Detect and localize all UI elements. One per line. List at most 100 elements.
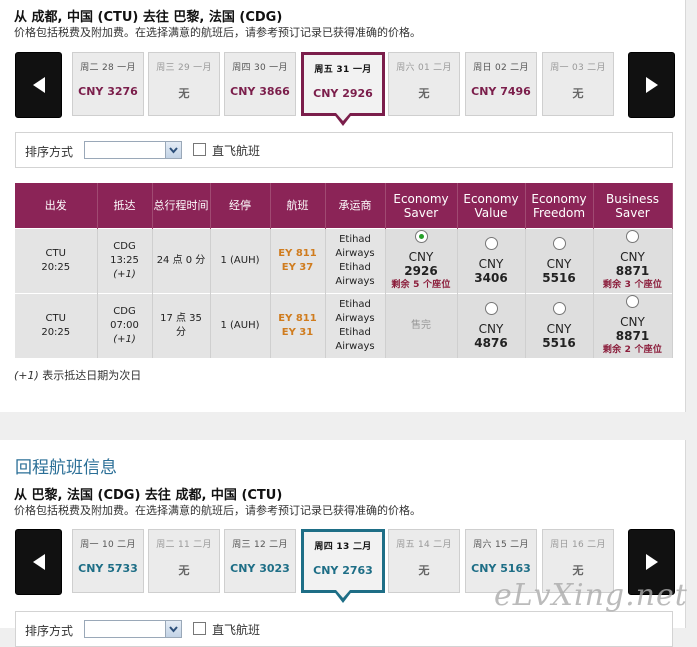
fare-cell[interactable]: CNY 3406 [457,228,526,294]
fare-cell[interactable]: CNY 8871 剩余 2 个座位 [593,293,673,358]
fare-cell: 售完 [385,293,458,358]
date-price: CNY 3276 [78,85,138,98]
seats-left-warning: 剩余 3 个座位 [602,280,663,290]
return-prev-dates-button[interactable] [15,529,62,595]
date-option[interactable]: 周一 03 二月无 [542,52,614,116]
arrival-time: 07:00 [110,320,139,331]
date-option[interactable]: 周日 02 二月 CNY 7496 [465,52,537,116]
column-header: 总行程时间 [152,183,211,229]
arrow-left-icon [32,554,45,570]
return-sort-bar: 排序方式 直飞航班 [15,611,673,647]
departure-cell: CTU 20:25 [15,293,98,358]
date-price: CNY 3866 [230,85,290,98]
fare-currency: CNY [478,322,504,336]
duration-cell: 24 点 0 分 [152,228,211,294]
date-price: 无 [178,87,190,100]
column-header: Economy Saver [385,183,458,229]
fare-radio[interactable] [626,230,639,243]
departure-airport: CTU [45,313,66,324]
fare-cell[interactable]: CNY 4876 [457,293,526,358]
outbound-next-dates-button[interactable] [628,52,675,118]
carrier-line: Airways [335,248,375,259]
sort-select[interactable] [84,141,182,159]
fare-radio[interactable] [484,302,498,315]
date-option[interactable]: 周一 10 二月 CNY 5733 [72,529,144,593]
flight-number-link[interactable]: EY 31 [271,326,325,340]
return-section-title: 回程航班信息 [15,458,117,478]
carrier-line: Etihad [339,299,371,310]
date-label: 周三 12 二月 [232,540,288,550]
fare-radio[interactable] [414,230,428,243]
flight-number-link[interactable]: EY 811 [271,247,325,261]
fare-cell[interactable]: CNY 8871 剩余 3 个座位 [593,228,673,294]
departure-airport: CTU [45,248,66,259]
column-header: Economy Freedom [525,183,594,229]
date-label: 周日 16 二月 [550,540,606,550]
outbound-price-note: 价格包括税费及附加费。在选择满意的航班后，请参考预订记录已获得准确的价格。 [14,26,421,39]
date-label: 周四 13 二月 [314,542,372,552]
date-option[interactable]: 周五 31 一月 CNY 2926 [301,52,385,126]
fare-radio[interactable] [626,295,639,308]
chevron-down-icon[interactable] [165,142,181,158]
fare-currency: CNY [546,257,572,271]
date-price: CNY 7496 [471,85,531,98]
fare-currency: CNY [408,250,434,264]
duration-cell: 17 点 35 分 [152,293,211,358]
date-option[interactable]: 周四 30 一月 CNY 3866 [224,52,296,116]
date-option[interactable]: 周五 14 二月无 [388,529,460,593]
date-option[interactable]: 周六 01 二月无 [388,52,460,116]
pointer-inner [336,590,350,598]
fare-radio[interactable] [552,302,566,315]
date-option[interactable]: 周三 29 一月无 [148,52,220,116]
next-day-mark: (+1) [113,269,136,280]
fare-cell[interactable]: CNY 2926 剩余 5 个座位 [385,228,458,294]
chevron-down-icon[interactable] [165,621,181,637]
date-price: 无 [572,564,584,577]
selected-pointer [333,590,353,603]
column-header: 航班 [270,183,326,229]
direct-flight-checkbox[interactable] [193,622,206,635]
next-day-mark: (+1) [113,334,136,345]
return-route-title: 从 巴黎, 法国 (CDG) 去往 成都, 中国 (CTU) [14,488,283,503]
stops-cell: 1 (AUH) [210,228,271,294]
fare-radio[interactable] [552,237,566,250]
date-price: CNY 5163 [471,562,531,575]
direct-flight-checkbox[interactable] [193,143,206,156]
fare-currency: CNY [546,322,572,336]
flight-number-link[interactable]: EY 37 [271,261,325,275]
flight-number-link[interactable]: EY 811 [271,312,325,326]
next-day-footnote: (+1) 表示抵达日期为次日 [14,367,141,383]
table-row: CTU 20:25 CDG 13:25 (+1) 24 点 0 分1 (AUH) EY 81… [15,228,673,294]
stops-cell: 1 (AUH) [210,293,271,358]
arrival-time: 13:25 [110,255,139,266]
arrow-right-icon [645,77,658,93]
date-option[interactable]: 周三 12 二月 CNY 3023 [224,529,296,593]
fare-cell[interactable]: CNY 5516 [525,293,594,358]
sort-select[interactable] [84,620,182,638]
outbound-prev-dates-button[interactable] [15,52,62,118]
date-price: 无 [178,564,190,577]
return-price-note: 价格包括税费及附加费。在选择满意的航班后，请参考预订记录已获得准确的价格。 [14,504,421,517]
date-label: 周二 28 一月 [80,63,136,73]
carrier-line: Etihad [339,234,371,245]
date-option[interactable]: 周四 13 二月 CNY 2763 [301,529,385,603]
arrival-airport: CDG [113,241,136,252]
column-header: Economy Value [457,183,526,229]
departure-time: 20:25 [41,262,71,273]
fare-radio[interactable] [484,237,498,250]
column-header: 经停 [210,183,271,229]
date-label: 周五 14 二月 [396,540,452,550]
departure-cell: CTU 20:25 [15,228,98,294]
flight-number-cell: EY 811 EY 37 [270,228,326,294]
seats-left-warning: 剩余 5 个座位 [391,280,451,290]
date-option[interactable]: 周二 11 二月无 [148,529,220,593]
carrier-line: Airways [335,276,375,287]
fare-currency: CNY [620,250,645,264]
sold-out-label: 售完 [411,320,431,331]
fare-amount: 4876 [474,336,508,350]
arrow-right-icon [645,554,658,570]
carrier-line: Airways [335,313,375,324]
fare-cell[interactable]: CNY 5516 [525,228,594,294]
direct-flight-label: 直飞航班 [212,144,261,158]
date-option[interactable]: 周二 28 一月 CNY 3276 [72,52,144,116]
